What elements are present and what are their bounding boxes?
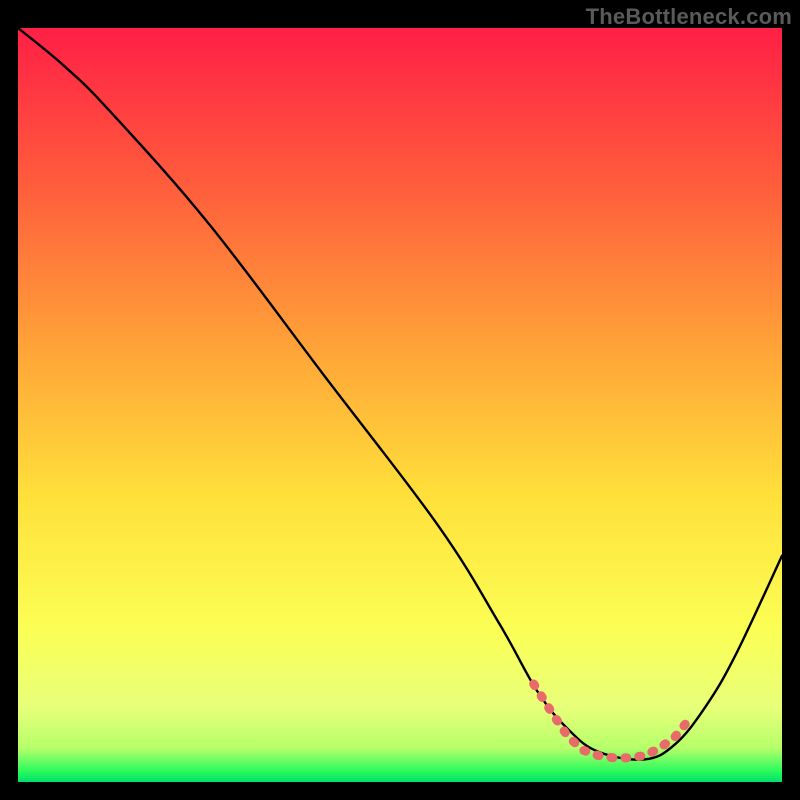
watermark-text: TheBottleneck.com: [586, 4, 792, 30]
chart-background-gradient: [18, 28, 782, 782]
bottleneck-chart: [18, 28, 782, 782]
chart-container: [18, 28, 782, 782]
